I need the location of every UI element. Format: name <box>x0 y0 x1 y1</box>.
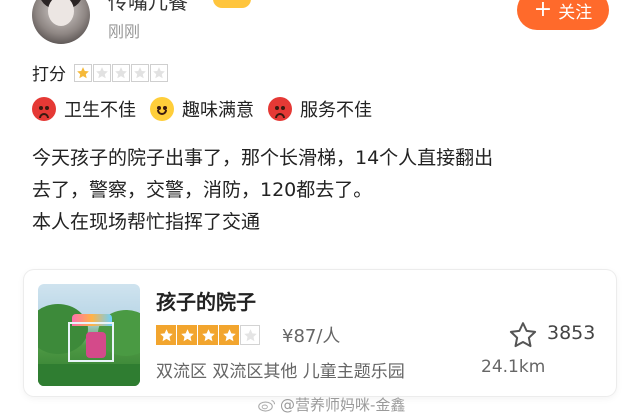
avatar-face <box>48 0 74 26</box>
tag-service: 服务不佳 <box>268 96 372 122</box>
poi-card[interactable]: 孩子的院子 ¥87/人 3853 双流区 双流区其他 儿童主题乐园 24.1km <box>24 270 616 396</box>
tag-hygiene: 卫生不佳 <box>32 96 136 122</box>
star-icon <box>74 63 92 82</box>
tag-text: 趣味满意 <box>182 100 254 121</box>
review-line: 去了，警察，交警，消防，120都去了。 <box>32 179 373 201</box>
tag-text: 卫生不佳 <box>64 100 136 121</box>
user-level-badge <box>213 0 251 8</box>
poi-name[interactable]: 孩子的院子 <box>156 286 256 315</box>
tag-fun: 趣味满意 <box>150 96 254 122</box>
star-empty-icon <box>93 63 111 82</box>
star-icon <box>219 325 239 345</box>
star-empty-icon <box>112 63 130 82</box>
poi-meta: 双流区 双流区其他 儿童主题乐园 <box>156 362 405 382</box>
smile-face-icon <box>150 97 174 121</box>
post-time: 刚刚 <box>108 22 141 41</box>
review-body: 今天孩子的院子出事了，那个长滑梯，14个人直接翻出 去了，警察，交警，消防，12… <box>32 142 612 238</box>
star-icon <box>177 325 197 345</box>
poi-rating-row: ¥87/人 <box>156 322 340 348</box>
rating-label: 打分 <box>32 65 66 85</box>
poi-thumbnail[interactable] <box>38 284 140 386</box>
star-outline-icon[interactable] <box>508 320 538 350</box>
poi-distance: 24.1km <box>481 357 546 377</box>
rating-row: 打分 <box>32 60 168 85</box>
review-line: 本人在现场帮忙指挥了交通 <box>32 211 261 233</box>
star-empty-icon <box>240 325 260 345</box>
star-icon <box>156 325 176 345</box>
star-icon <box>198 325 218 345</box>
user-avatar[interactable] <box>32 0 90 44</box>
star-empty-icon <box>131 63 149 82</box>
follow-label: 关注 <box>558 2 593 23</box>
favorite-count: 3853 <box>547 322 596 344</box>
angry-face-icon <box>268 97 292 121</box>
review-line: 今天孩子的院子出事了，那个长滑梯，14个人直接翻出 <box>32 147 494 169</box>
username[interactable]: 传嘴儿餐 <box>108 0 188 15</box>
watermark: @营养师妈咪-金鑫 <box>258 394 405 415</box>
star-empty-icon <box>150 63 168 82</box>
rating-stars <box>74 63 168 82</box>
follow-button[interactable]: + 关注 <box>517 0 609 30</box>
plus-icon: + <box>533 0 553 22</box>
experience-tags: 卫生不佳 趣味满意 服务不佳 <box>32 96 386 122</box>
watermark-text: @营养师妈咪-金鑫 <box>280 396 406 414</box>
poi-stars <box>156 325 260 345</box>
poi-price: ¥87/人 <box>282 326 341 347</box>
tag-text: 服务不佳 <box>300 100 372 121</box>
angry-face-icon <box>32 97 56 121</box>
weibo-logo-icon <box>258 399 276 412</box>
